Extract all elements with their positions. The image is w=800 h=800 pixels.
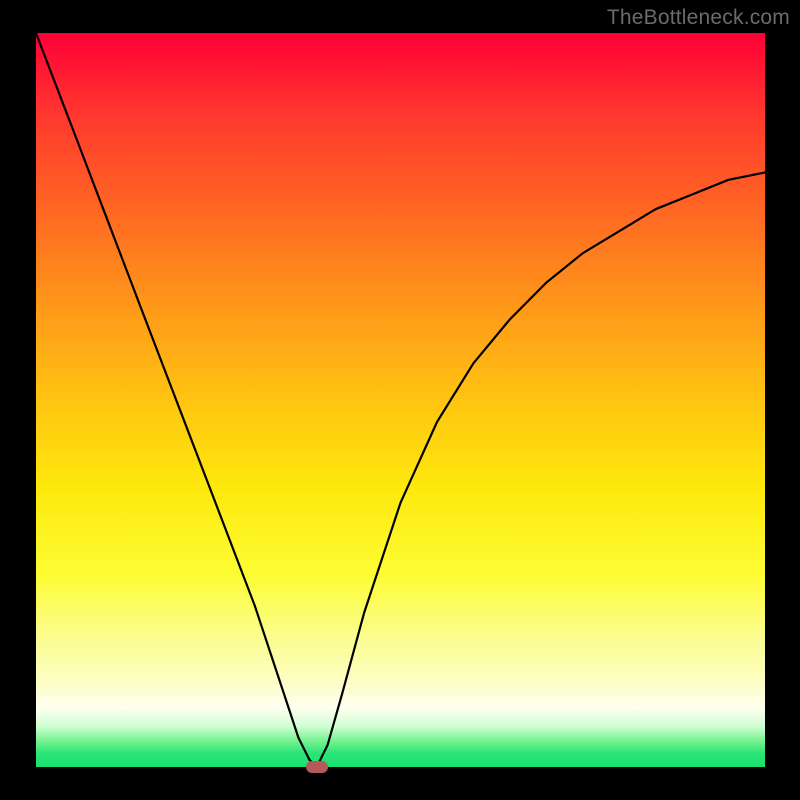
chart-frame: TheBottleneck.com	[0, 0, 800, 800]
plot-area	[36, 33, 765, 767]
bottleneck-curve	[36, 33, 765, 767]
watermark-text: TheBottleneck.com	[607, 6, 790, 30]
minimum-marker	[306, 761, 328, 773]
curve-path	[36, 33, 765, 767]
